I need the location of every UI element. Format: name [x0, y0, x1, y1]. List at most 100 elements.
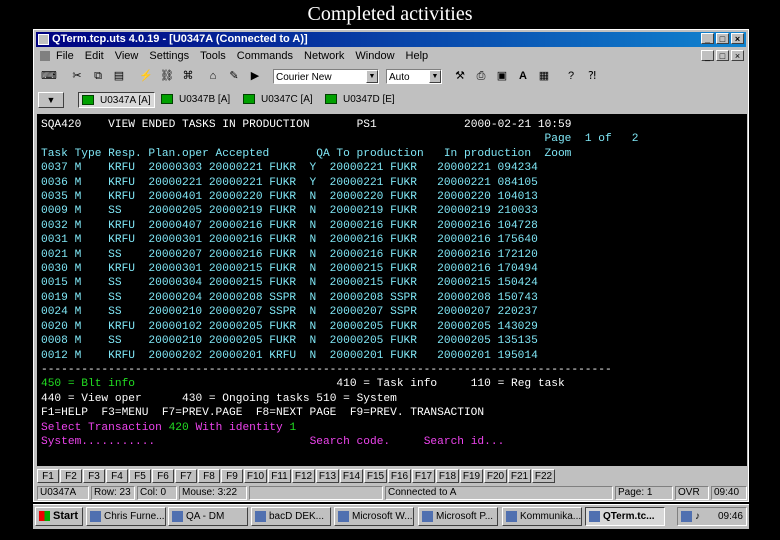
option-blt-info[interactable]: 450 = Blt info [41, 378, 135, 390]
fkey-f7[interactable]: F7 [175, 469, 197, 483]
cut-icon[interactable]: ✂ [67, 67, 87, 86]
taskbar-item[interactable]: Kommunika... [502, 507, 582, 526]
menu-settings[interactable]: Settings [149, 50, 189, 62]
fkey-f9[interactable]: F9 [221, 469, 243, 483]
doc-close-button[interactable]: × [731, 50, 744, 61]
option-task-info[interactable]: 410 = Task info [336, 378, 437, 390]
menu-help[interactable]: Help [406, 50, 429, 62]
print-icon[interactable]: ⎙ [471, 67, 491, 86]
table-row[interactable]: 0015 M SS 20000304 20000215 FUKR N 20000… [41, 277, 538, 289]
fkey-f19[interactable]: F19 [460, 469, 483, 483]
tools-icon[interactable]: ⚒ [450, 67, 470, 86]
network-icon[interactable]: ⌘ [178, 67, 198, 86]
close-button[interactable]: × [731, 33, 744, 44]
table-row[interactable]: 0032 M KRFU 20000407 20000216 FUKR N 200… [41, 220, 538, 232]
option-reg-task[interactable]: 110 = Reg task [471, 378, 565, 390]
fkey-f22[interactable]: F22 [532, 469, 555, 483]
taskbar-item[interactable]: Chris Furne... [86, 507, 166, 526]
menu-window[interactable]: Window [355, 50, 394, 62]
fkey-f21[interactable]: F21 [508, 469, 531, 483]
menu-edit[interactable]: Edit [85, 50, 104, 62]
table-row[interactable]: 0036 M KRFU 20000221 20000221 FUKR Y 200… [41, 177, 538, 189]
menu-network[interactable]: Network [304, 50, 344, 62]
image-icon[interactable]: ▦ [534, 67, 554, 86]
fkey-f8[interactable]: F8 [198, 469, 220, 483]
tray-network-icon[interactable] [681, 511, 692, 522]
session-tab-d[interactable]: U0347D [E] [325, 92, 395, 108]
fkey-f6[interactable]: F6 [152, 469, 174, 483]
doc-restore-button[interactable]: □ [716, 50, 729, 61]
table-row[interactable]: 0037 M KRFU 20000303 20000221 FUKR Y 200… [41, 162, 538, 174]
menu-view[interactable]: View [115, 50, 139, 62]
chevron-down-icon[interactable]: ▼ [366, 70, 378, 83]
fkey-f2[interactable]: F2 [60, 469, 82, 483]
tray-speaker-icon[interactable]: ♪ [695, 511, 706, 522]
copy-icon[interactable]: ⧉ [88, 67, 108, 86]
table-row[interactable]: 0019 M SS 20000204 20000208 SSPR N 20000… [41, 292, 538, 304]
search-code-field[interactable]: Search code. [310, 436, 391, 448]
fkey-f3[interactable]: F3 [83, 469, 105, 483]
table-row[interactable]: 0031 M KRFU 20000301 20000216 FUKR N 200… [41, 234, 538, 246]
fkey-f12[interactable]: F12 [292, 469, 315, 483]
maximize-button[interactable]: □ [716, 33, 729, 44]
taskbar-item[interactable]: QTerm.tc... [585, 507, 665, 526]
menu-commands[interactable]: Commands [237, 50, 293, 62]
system-field[interactable]: System........... [41, 436, 155, 448]
disconnect-icon[interactable]: ⛓ [157, 67, 177, 86]
fkey-f13[interactable]: F13 [316, 469, 339, 483]
keyboard-icon[interactable]: ⌨ [39, 67, 59, 86]
start-button[interactable]: Start [35, 507, 83, 526]
menu-tools[interactable]: Tools [200, 50, 226, 62]
fkey-f17[interactable]: F17 [412, 469, 435, 483]
table-row[interactable]: 0008 M SS 20000210 20000205 FUKR N 20000… [41, 335, 538, 347]
fkey-f20[interactable]: F20 [484, 469, 507, 483]
doc-minimize-button[interactable]: _ [701, 50, 714, 61]
paste-icon[interactable]: ▤ [109, 67, 129, 86]
table-row[interactable]: 0009 M SS 20000205 20000219 FUKR N 20000… [41, 205, 538, 217]
terminal-screen[interactable]: SQA420 VIEW ENDED TASKS IN PRODUCTION PS… [37, 114, 747, 466]
save-icon[interactable]: ▣ [492, 67, 512, 86]
table-row[interactable]: 0020 M KRFU 20000102 20000205 FUKR N 200… [41, 321, 538, 333]
fkey-f5[interactable]: F5 [129, 469, 151, 483]
fkey-f10[interactable]: F10 [244, 469, 267, 483]
help-icon[interactable]: ? [561, 67, 581, 86]
table-row[interactable]: 0012 M KRFU 20000202 20000201 KRFU N 200… [41, 350, 538, 362]
option-ongoing-tasks[interactable]: 430 = Ongoing tasks [182, 393, 310, 405]
fkey-f16[interactable]: F16 [388, 469, 411, 483]
session-tab-b[interactable]: U0347B [A] [161, 92, 230, 108]
option-system[interactable]: 510 = System [316, 393, 397, 405]
connect-icon[interactable]: ⚡ [136, 67, 156, 86]
size-combo[interactable]: Auto ▼ [386, 69, 442, 84]
taskbar-item[interactable]: Microsoft P... [418, 507, 498, 526]
font-combo[interactable]: Courier New ▼ [273, 69, 379, 84]
search-id-field[interactable]: Search id... [424, 436, 505, 448]
identity-input[interactable]: 1 [289, 422, 296, 434]
fkey-f4[interactable]: F4 [106, 469, 128, 483]
table-row[interactable]: 0030 M KRFU 20000301 20000215 FUKR N 200… [41, 263, 538, 275]
title-bar[interactable]: QTerm.tcp.uts 4.0.19 - [U0347A (Connecte… [36, 32, 746, 47]
session-tab-c[interactable]: U0347C [A] [243, 92, 313, 108]
fkey-f14[interactable]: F14 [340, 469, 363, 483]
option-view-oper[interactable]: 440 = View oper [41, 393, 142, 405]
taskbar-item[interactable]: bacD DEK... [251, 507, 331, 526]
taskbar-item[interactable]: QA - DM [168, 507, 248, 526]
fkey-f1[interactable]: F1 [37, 469, 59, 483]
context-help-icon[interactable]: ⁈ [582, 67, 602, 86]
fkey-f15[interactable]: F15 [364, 469, 387, 483]
session-tab-a[interactable]: U0347A [A] [78, 92, 155, 108]
table-row[interactable]: 0035 M KRFU 20000401 20000220 FUKR N 200… [41, 191, 538, 203]
table-row[interactable]: 0024 M SS 20000210 20000207 SSPR N 20000… [41, 306, 538, 318]
minimize-button[interactable]: _ [701, 33, 714, 44]
chevron-down-icon[interactable]: ▼ [38, 92, 64, 108]
table-row[interactable]: 0021 M SS 20000207 20000216 FUKR N 20000… [41, 249, 538, 261]
transaction-input[interactable]: 420 [169, 422, 189, 434]
fkey-f18[interactable]: F18 [436, 469, 459, 483]
taskbar-item[interactable]: Microsoft W... [334, 507, 414, 526]
font-icon[interactable]: A [513, 67, 533, 86]
home-icon[interactable]: ⌂ [203, 67, 223, 86]
fkey-f11[interactable]: F11 [268, 469, 291, 483]
chevron-down-icon[interactable]: ▼ [429, 70, 441, 83]
edit-icon[interactable]: ✎ [224, 67, 244, 86]
play-icon[interactable]: ▶ [245, 67, 265, 86]
menu-file[interactable]: File [56, 50, 74, 62]
